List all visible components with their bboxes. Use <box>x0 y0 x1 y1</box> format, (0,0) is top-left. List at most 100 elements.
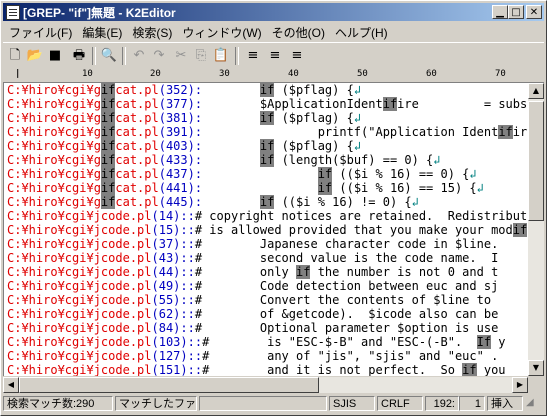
grep-result-line[interactable]: C:¥hiro¥cgi¥jcode.pl(127)::# any of "jis… <box>7 349 498 363</box>
grep-result-line[interactable]: C:¥hiro¥cgi¥jcode.pl(43)::# second value… <box>7 251 498 265</box>
result-filename[interactable]: C:¥hiro¥cgi¥gifcat.pl <box>7 111 159 125</box>
grep-result-line[interactable]: C:¥hiro¥cgi¥jcode.pl(151)::# and it is n… <box>7 363 506 376</box>
result-line-number[interactable]: (377): <box>159 97 202 111</box>
result-line-number[interactable]: (433): <box>159 153 202 167</box>
menu-help[interactable]: ヘルプ(H) <box>329 22 392 40</box>
result-line-number[interactable]: (352): <box>159 83 202 97</box>
menu-file[interactable]: ファイル(F) <box>3 22 76 40</box>
cut-icon[interactable]: ✂ <box>172 47 190 65</box>
result-filename[interactable]: C:¥hiro¥cgi¥gifcat.pl <box>7 139 159 153</box>
result-filename[interactable]: C:¥hiro¥cgi¥jcode.pl <box>7 307 152 321</box>
scroll-right-button[interactable]: ▶ <box>512 377 528 393</box>
result-filename[interactable]: C:¥hiro¥cgi¥jcode.pl <box>7 363 152 376</box>
result-line-number[interactable]: (391): <box>159 125 202 139</box>
copy-icon[interactable]: ⎘ <box>192 47 210 65</box>
horizontal-scrollbar[interactable]: ◀ ▶ <box>3 377 528 393</box>
result-line-number[interactable]: (44):: <box>152 265 195 279</box>
scroll-up-button[interactable]: ▲ <box>528 83 544 99</box>
result-line-number[interactable]: (14):: <box>152 209 195 223</box>
result-filename[interactable]: C:¥hiro¥cgi¥jcode.pl <box>7 237 152 251</box>
grep-result-line[interactable]: C:¥hiro¥cgi¥gifcat.pl(381): if ($pflag) … <box>7 111 361 125</box>
grep-result-line[interactable]: C:¥hiro¥cgi¥jcode.pl(37)::# Japanese cha… <box>7 237 498 251</box>
hscroll-thumb[interactable] <box>19 377 319 393</box>
grep-result-line[interactable]: C:¥hiro¥cgi¥jcode.pl(84)::# Optional par… <box>7 321 498 335</box>
align-left-icon[interactable]: ≡ <box>244 47 262 65</box>
result-filename[interactable]: C:¥hiro¥cgi¥gifcat.pl <box>7 181 159 195</box>
result-filename[interactable]: C:¥hiro¥cgi¥jcode.pl <box>7 279 152 293</box>
grep-result-line[interactable]: C:¥hiro¥cgi¥jcode.pl(55)::# Convert the … <box>7 293 491 307</box>
align-right-icon[interactable]: ≡ <box>288 47 306 65</box>
grep-result-line[interactable]: C:¥hiro¥cgi¥jcode.pl(49)::# Code detecti… <box>7 279 498 293</box>
grep-result-line[interactable]: C:¥hiro¥cgi¥gifcat.pl(403): if ($pflag) … <box>7 139 361 153</box>
find-icon[interactable]: 🔍 <box>100 47 118 65</box>
grep-result-line[interactable]: C:¥hiro¥cgi¥jcode.pl(44)::# only if the … <box>7 265 498 279</box>
grep-result-line[interactable]: C:¥hiro¥cgi¥jcode.pl(15)::# is allowed p… <box>7 223 529 237</box>
result-code: if (($i % 16) == 0) {↲ <box>317 167 477 181</box>
menu-edit[interactable]: 編集(E) <box>76 22 126 40</box>
redo-icon[interactable]: ↷ <box>150 47 168 65</box>
result-line-number[interactable]: (151):: <box>152 363 203 376</box>
grep-result-line[interactable]: C:¥hiro¥cgi¥gifcat.pl(441): if (($i % 16… <box>7 181 484 195</box>
result-line-number[interactable]: (62):: <box>152 307 195 321</box>
result-line-number[interactable]: (403): <box>159 139 202 153</box>
paste-icon[interactable]: 📋 <box>212 47 230 65</box>
result-filename[interactable]: C:¥hiro¥cgi¥jcode.pl <box>7 265 152 279</box>
result-line-number[interactable]: (445): <box>159 195 202 209</box>
menu-window[interactable]: ウィンドウ(W) <box>176 22 265 40</box>
align-center-icon[interactable]: ≡ <box>266 47 284 65</box>
result-filename[interactable]: C:¥hiro¥cgi¥jcode.pl <box>7 251 152 265</box>
scroll-thumb[interactable] <box>528 101 544 221</box>
result-filename[interactable]: C:¥hiro¥cgi¥gifcat.pl <box>7 97 159 111</box>
result-line-number[interactable]: (437): <box>159 167 202 181</box>
result-line-number[interactable]: (55):: <box>152 293 195 307</box>
grep-result-line[interactable]: C:¥hiro¥cgi¥gifcat.pl(352): if ($pflag) … <box>7 83 361 97</box>
size-grip[interactable]: ◢ <box>526 397 534 408</box>
grep-result-line[interactable]: C:¥hiro¥cgi¥jcode.pl(103)::# is "ESC-$-B… <box>7 335 506 349</box>
maximize-button[interactable]: □ <box>508 5 524 19</box>
result-line-number[interactable]: (43):: <box>152 251 195 265</box>
result-line-number[interactable]: (103):: <box>152 335 203 349</box>
print-icon[interactable]: 🖶 <box>70 47 88 65</box>
grep-result-line[interactable]: C:¥hiro¥cgi¥gifcat.pl(437): if (($i % 16… <box>7 167 477 181</box>
result-code: # only if the number is not 0 and t <box>194 265 499 279</box>
menu-other[interactable]: その他(O) <box>266 22 329 40</box>
vertical-scrollbar[interactable]: ▲ ▼ <box>528 83 544 376</box>
result-filename[interactable]: C:¥hiro¥cgi¥jcode.pl <box>7 335 152 349</box>
result-filename[interactable]: C:¥hiro¥cgi¥gifcat.pl <box>7 125 159 139</box>
toolbar-separator <box>235 47 239 65</box>
close-button[interactable]: ✕ <box>526 5 542 19</box>
menu-search[interactable]: 検索(S) <box>126 22 176 40</box>
result-line-number[interactable]: (84):: <box>152 321 195 335</box>
grep-result-line[interactable]: C:¥hiro¥cgi¥jcode.pl(14)::# copyright no… <box>7 209 529 223</box>
result-filename[interactable]: C:¥hiro¥cgi¥gifcat.pl <box>7 167 159 181</box>
result-filename[interactable]: C:¥hiro¥cgi¥jcode.pl <box>7 321 152 335</box>
app-icon[interactable] <box>6 5 20 20</box>
grep-results-area[interactable]: C:¥hiro¥cgi¥gifcat.pl(352): if ($pflag) … <box>3 83 529 376</box>
grep-result-line[interactable]: C:¥hiro¥cgi¥jcode.pl(62)::# of &getcode)… <box>7 307 498 321</box>
grep-result-line[interactable]: C:¥hiro¥cgi¥gifcat.pl(445): if (($i % 16… <box>7 195 419 209</box>
grep-result-line[interactable]: C:¥hiro¥cgi¥gifcat.pl(377): $Application… <box>7 97 529 111</box>
grep-result-line[interactable]: C:¥hiro¥cgi¥gifcat.pl(433): if (length($… <box>7 153 441 167</box>
open-folder-icon[interactable]: 📂 <box>26 47 44 65</box>
result-line-number[interactable]: (381): <box>159 111 202 125</box>
result-filename[interactable]: C:¥hiro¥cgi¥gifcat.pl <box>7 83 159 97</box>
undo-icon[interactable]: ↶ <box>130 47 148 65</box>
scroll-left-button[interactable]: ◀ <box>3 377 19 393</box>
result-line-number[interactable]: (49):: <box>152 279 195 293</box>
result-filename[interactable]: C:¥hiro¥cgi¥jcode.pl <box>7 223 152 237</box>
title-bar[interactable]: [GREP- "if"]無題 - K2Editor ▁ □ ✕ <box>3 3 544 21</box>
result-line-number[interactable]: (37):: <box>152 237 195 251</box>
result-filename[interactable]: C:¥hiro¥cgi¥gifcat.pl <box>7 153 159 167</box>
scroll-down-button[interactable]: ▼ <box>528 360 544 376</box>
result-filename[interactable]: C:¥hiro¥cgi¥gifcat.pl <box>7 195 159 209</box>
new-file-icon[interactable]: 🗋 <box>6 47 24 65</box>
result-line-number[interactable]: (127):: <box>152 349 203 363</box>
minimize-button[interactable]: ▁ <box>492 5 508 19</box>
result-line-number[interactable]: (15):: <box>152 223 195 237</box>
result-filename[interactable]: C:¥hiro¥cgi¥jcode.pl <box>7 349 152 363</box>
grep-result-line[interactable]: C:¥hiro¥cgi¥gifcat.pl(391): printf("Appl… <box>7 125 529 139</box>
result-filename[interactable]: C:¥hiro¥cgi¥jcode.pl <box>7 293 152 307</box>
save-icon[interactable]: ■ <box>46 47 64 65</box>
result-filename[interactable]: C:¥hiro¥cgi¥jcode.pl <box>7 209 152 223</box>
result-line-number[interactable]: (441): <box>159 181 202 195</box>
